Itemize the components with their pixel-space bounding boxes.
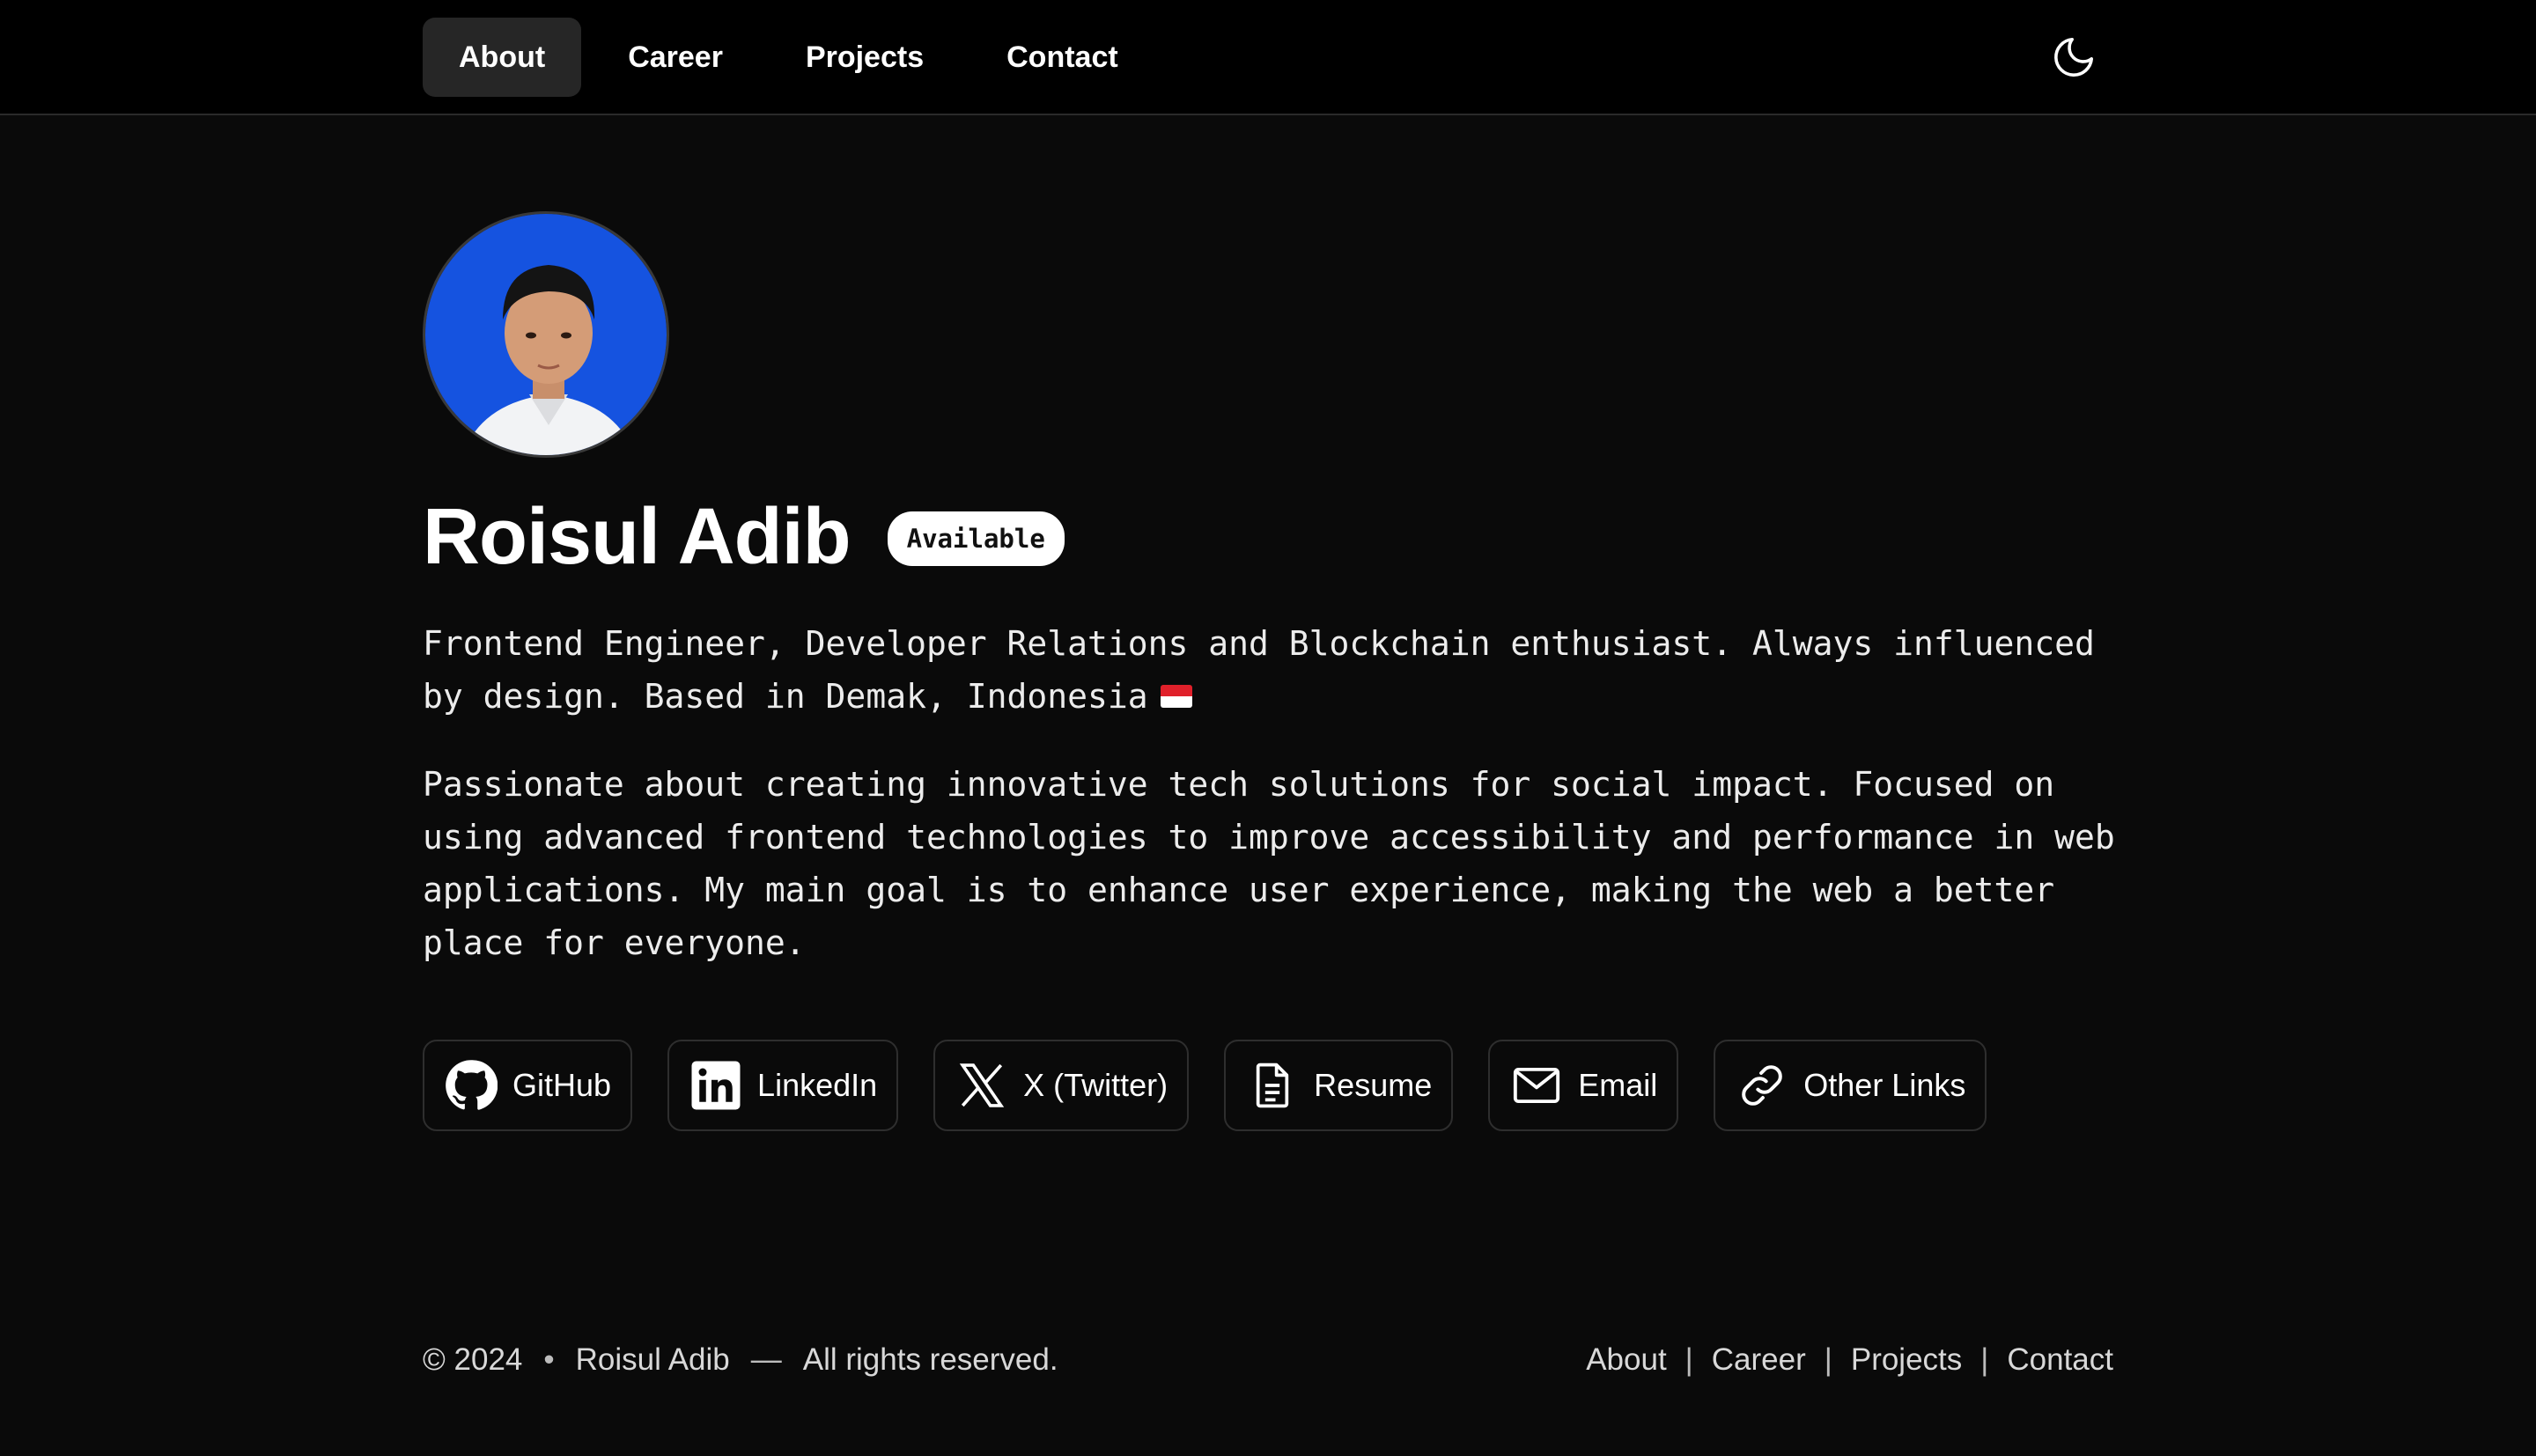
tagline-text: Frontend Engineer, Developer Relations a…: [423, 624, 2095, 716]
profile-name: Roisul Adib: [423, 493, 851, 581]
footer-copyright: © 2024 • Roisul Adib — All rights reserv…: [423, 1342, 1058, 1378]
linkedin-link-button[interactable]: LinkedIn: [667, 1040, 899, 1131]
main-nav: About Career Projects Contact: [423, 18, 1154, 97]
nav-tab-about[interactable]: About: [423, 18, 582, 97]
tagline: Frontend Engineer, Developer Relations a…: [423, 617, 2149, 723]
nav-tab-career[interactable]: Career: [592, 18, 759, 97]
nav-tab-contact[interactable]: Contact: [970, 18, 1154, 97]
theme-toggle-button[interactable]: [2047, 31, 2100, 84]
footer-link-projects[interactable]: Projects: [1851, 1342, 1962, 1378]
email-link-button[interactable]: Email: [1488, 1040, 1679, 1131]
other-links-label: Other Links: [1803, 1067, 1966, 1103]
document-icon: [1245, 1058, 1300, 1113]
x-twitter-icon: [955, 1058, 1009, 1113]
footer-link-career[interactable]: Career: [1712, 1342, 1806, 1378]
github-link-button[interactable]: GitHub: [423, 1040, 633, 1131]
link-icon: [1735, 1058, 1789, 1113]
footer-link-about[interactable]: About: [1586, 1342, 1666, 1378]
resume-link-button[interactable]: Resume: [1224, 1040, 1454, 1131]
footer-link-contact[interactable]: Contact: [2007, 1342, 2113, 1378]
copyright-year: © 2024: [423, 1342, 523, 1377]
dash-separator: —: [750, 1342, 782, 1377]
linkedin-label: LinkedIn: [757, 1067, 878, 1103]
other-links-button[interactable]: Other Links: [1714, 1040, 1987, 1131]
mail-icon: [1509, 1058, 1564, 1113]
avatar: [423, 211, 669, 458]
name-row: Roisul Adib Available: [423, 489, 1065, 585]
footer-separator: |: [1824, 1342, 1832, 1377]
moon-icon: [2054, 37, 2094, 77]
footer-nav: About | Career | Projects | Contact: [1557, 1342, 2113, 1378]
github-label: GitHub: [512, 1067, 612, 1103]
footer-separator: |: [1685, 1342, 1693, 1377]
status-badge: Available: [887, 511, 1065, 566]
github-icon: [444, 1058, 498, 1113]
email-label: Email: [1578, 1067, 1658, 1103]
social-links: GitHub LinkedIn X (Twitter) Resume Email: [423, 1040, 1987, 1131]
footer-separator: |: [1980, 1342, 1989, 1377]
nav-tab-projects[interactable]: Projects: [770, 18, 960, 97]
linkedin-icon: [689, 1058, 743, 1113]
footer-author: Roisul Adib: [575, 1342, 730, 1377]
profile-photo: [425, 214, 667, 455]
top-navigation-bar: About Career Projects Contact: [0, 0, 2536, 115]
footer-rights: All rights reserved.: [802, 1342, 1058, 1377]
bullet-separator: •: [543, 1342, 555, 1377]
indonesia-flag-icon: [1160, 684, 1192, 708]
twitter-label: X (Twitter): [1023, 1067, 1168, 1103]
resume-label: Resume: [1314, 1067, 1433, 1103]
bio: Passionate about creating innovative tec…: [423, 765, 2115, 962]
twitter-link-button[interactable]: X (Twitter): [933, 1040, 1190, 1131]
